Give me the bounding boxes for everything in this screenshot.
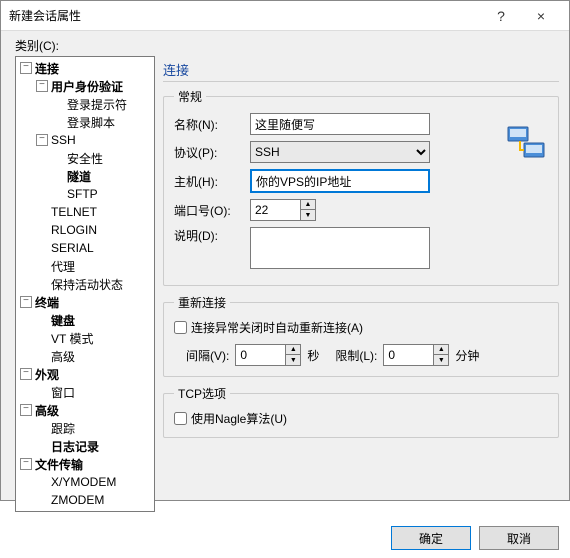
titlebar: 新建会话属性 ? ×: [1, 1, 569, 31]
limit-spinner[interactable]: ▲▼: [383, 344, 449, 366]
tree-proxy[interactable]: 代理: [51, 258, 75, 275]
expander-icon[interactable]: −: [20, 368, 32, 380]
window-title: 新建会话属性: [9, 7, 481, 24]
dialog-window: 新建会话属性 ? × 类别(C): −连接 −用户身份验证 登录提示符 登录脚本: [0, 0, 570, 501]
tree-login-prompt[interactable]: 登录提示符: [67, 96, 127, 113]
spin-up-icon[interactable]: ▲: [286, 345, 300, 355]
tree-appearance[interactable]: 外观: [35, 366, 59, 383]
reconnect-group: 重新连接 连接异常关闭时自动重新连接(A) 间隔(V): ▲▼ 秒 限制(L):: [163, 294, 559, 377]
expander-icon[interactable]: −: [36, 134, 48, 146]
category-label: 类别(C):: [15, 37, 559, 54]
cancel-button[interactable]: 取消: [479, 526, 559, 550]
tcp-group: TCP选项 使用Nagle算法(U): [163, 385, 559, 438]
tree-terminal[interactable]: 终端: [35, 294, 59, 311]
tree-keepalive[interactable]: 保持活动状态: [51, 276, 123, 293]
port-label: 端口号(O):: [174, 202, 244, 219]
panel-title: 连接: [163, 60, 559, 79]
tree-security[interactable]: 安全性: [67, 150, 103, 167]
tree-vtmode[interactable]: VT 模式: [51, 330, 93, 347]
reconnect-legend: 重新连接: [174, 294, 230, 311]
category-tree[interactable]: −连接 −用户身份验证 登录提示符 登录脚本 −SSH: [15, 56, 155, 512]
settings-panel: 连接 常规 名称(N): 协: [163, 56, 559, 512]
dialog-footer: 确定 取消: [1, 518, 569, 558]
interval-label: 间隔(V):: [186, 347, 229, 364]
spin-down-icon[interactable]: ▼: [286, 355, 300, 365]
tree-connection[interactable]: 连接: [35, 60, 59, 77]
divider: [163, 81, 559, 82]
minutes-label: 分钟: [455, 347, 479, 364]
protocol-select[interactable]: SSH: [250, 141, 430, 163]
auto-reconnect-checkbox[interactable]: 连接异常关闭时自动重新连接(A): [174, 319, 548, 336]
tree-filetransfer[interactable]: 文件传输: [35, 456, 83, 473]
tree-auth[interactable]: 用户身份验证: [51, 78, 123, 95]
name-input[interactable]: [250, 113, 430, 135]
general-group: 常规 名称(N): 协议(P): SSH: [163, 88, 559, 286]
dialog-body: 类别(C): −连接 −用户身份验证 登录提示符 登录脚本: [1, 31, 569, 518]
tree-window[interactable]: 窗口: [51, 384, 75, 401]
tree-ssh[interactable]: SSH: [51, 133, 76, 147]
tree-login-script[interactable]: 登录脚本: [67, 114, 115, 131]
tree-logging[interactable]: 日志记录: [51, 438, 99, 455]
tree-sftp[interactable]: SFTP: [67, 187, 98, 201]
tcp-legend: TCP选项: [174, 385, 230, 402]
spin-down-icon[interactable]: ▼: [434, 355, 448, 365]
tree-serial[interactable]: SERIAL: [51, 241, 94, 255]
main-row: −连接 −用户身份验证 登录提示符 登录脚本 −SSH: [15, 56, 559, 512]
auto-reconnect-label: 连接异常关闭时自动重新连接(A): [191, 319, 363, 336]
interval-spinner[interactable]: ▲▼: [235, 344, 301, 366]
tree-telnet[interactable]: TELNET: [51, 205, 97, 219]
expander-icon[interactable]: −: [20, 404, 32, 416]
desc-label: 说明(D):: [174, 227, 244, 244]
nagle-label: 使用Nagle算法(U): [191, 410, 287, 427]
auto-reconnect-input[interactable]: [174, 321, 187, 334]
host-input[interactable]: [250, 169, 430, 193]
port-input[interactable]: [250, 199, 300, 221]
tree-advanced2[interactable]: 高级: [35, 402, 59, 419]
interval-input[interactable]: [235, 344, 285, 366]
protocol-label: 协议(P):: [174, 144, 244, 161]
tree-trace[interactable]: 跟踪: [51, 420, 75, 437]
tree-advanced[interactable]: 高级: [51, 348, 75, 365]
spin-up-icon[interactable]: ▲: [434, 345, 448, 355]
seconds-label: 秒: [307, 347, 319, 364]
connection-icon: [506, 123, 546, 163]
help-button[interactable]: ?: [481, 1, 521, 31]
expander-icon[interactable]: −: [36, 80, 48, 92]
ok-button[interactable]: 确定: [391, 526, 471, 550]
spin-up-icon[interactable]: ▲: [301, 200, 315, 210]
tree-tunnel[interactable]: 隧道: [67, 168, 91, 185]
limit-label: 限制(L):: [335, 347, 377, 364]
close-button[interactable]: ×: [521, 1, 561, 31]
name-label: 名称(N):: [174, 116, 244, 133]
tree-rlogin[interactable]: RLOGIN: [51, 223, 97, 237]
nagle-input[interactable]: [174, 412, 187, 425]
nagle-checkbox[interactable]: 使用Nagle算法(U): [174, 410, 548, 427]
tree-zmodem[interactable]: ZMODEM: [51, 493, 104, 507]
port-spinner[interactable]: ▲▼: [250, 199, 316, 221]
tree-xymodem[interactable]: X/YMODEM: [51, 475, 116, 489]
expander-icon[interactable]: −: [20, 296, 32, 308]
spin-down-icon[interactable]: ▼: [301, 210, 315, 220]
limit-input[interactable]: [383, 344, 433, 366]
desc-textarea[interactable]: [250, 227, 430, 269]
host-label: 主机(H):: [174, 173, 244, 190]
general-legend: 常规: [174, 88, 206, 105]
tree-keyboard[interactable]: 键盘: [51, 312, 75, 329]
expander-icon[interactable]: −: [20, 458, 32, 470]
expander-icon[interactable]: −: [20, 62, 32, 74]
